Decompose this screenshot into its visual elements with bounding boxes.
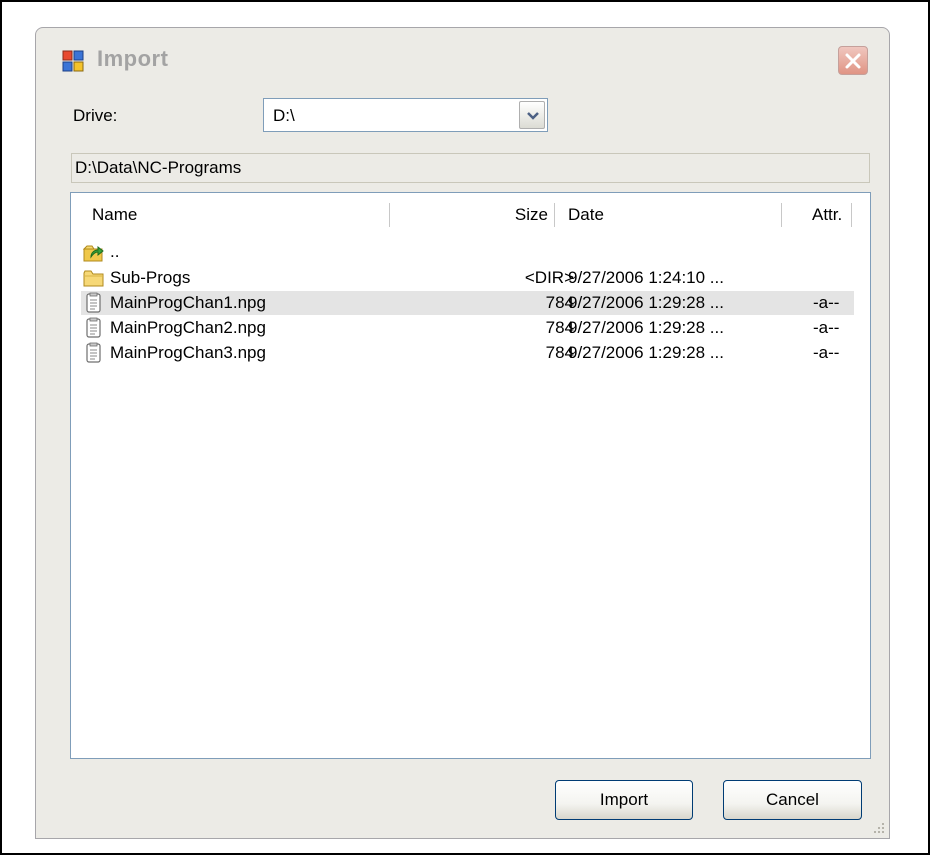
folder-up-icon	[82, 241, 104, 263]
file-attr: -a--	[813, 318, 840, 337]
title-bar[interactable]: Import	[36, 28, 889, 84]
list-item-file[interactable]: MainProgChan2.npg 784 9/27/2006 1:29:28 …	[81, 316, 854, 340]
current-path-text: D:\Data\NC-Programs	[75, 158, 242, 177]
column-header-attr[interactable]: Attr.	[812, 205, 842, 225]
column-header-name[interactable]: Name	[92, 205, 137, 225]
column-separator[interactable]	[781, 203, 782, 227]
folder-icon	[83, 267, 104, 289]
column-separator[interactable]	[389, 203, 390, 227]
file-icon	[83, 342, 103, 364]
column-separator[interactable]	[554, 203, 555, 227]
file-list-header: Name Size Date Attr.	[71, 193, 853, 233]
file-name: MainProgChan3.npg	[110, 343, 266, 362]
chevron-down-icon	[527, 112, 539, 120]
file-icon	[83, 292, 103, 314]
list-item-file[interactable]: MainProgChan3.npg 784 9/27/2006 1:29:28 …	[81, 341, 854, 365]
app-window-icon	[62, 50, 84, 72]
drive-select[interactable]: D:\	[263, 98, 548, 132]
file-date: 9/27/2006 1:29:28 ...	[568, 343, 724, 362]
column-header-size[interactable]: Size	[515, 205, 548, 225]
file-size: <DIR>	[524, 268, 574, 287]
import-dialog: Import Drive: D:\ D:\Data\NC-Programs Na…	[35, 27, 890, 839]
drive-label: Drive:	[73, 106, 118, 125]
file-attr: -a--	[813, 293, 840, 312]
file-name: MainProgChan1.npg	[110, 293, 266, 312]
drive-select-value: D:\	[273, 106, 295, 125]
drive-dropdown-button[interactable]	[519, 101, 545, 129]
current-path-field: D:\Data\NC-Programs	[71, 153, 870, 183]
window-title: Import	[97, 46, 169, 71]
column-separator[interactable]	[851, 203, 852, 227]
file-name: ..	[110, 242, 120, 261]
close-button[interactable]	[838, 46, 868, 75]
file-date: 9/27/2006 1:29:28 ...	[568, 318, 724, 337]
list-item-file[interactable]: MainProgChan1.npg 784 9/27/2006 1:29:28 …	[81, 291, 854, 315]
file-icon	[83, 317, 103, 339]
page-frame: Import Drive: D:\ D:\Data\NC-Programs Na…	[0, 0, 930, 855]
file-date: 9/27/2006 1:29:28 ...	[568, 293, 724, 312]
column-header-date[interactable]: Date	[568, 205, 604, 225]
list-item-folder[interactable]: Sub-Progs <DIR> 9/27/2006 1:24:10 ...	[81, 266, 854, 290]
file-date: 9/27/2006 1:24:10 ...	[568, 268, 724, 287]
file-list[interactable]: Name Size Date Attr. .. Sub-Progs <DIR> …	[70, 192, 871, 759]
import-button[interactable]: Import	[555, 780, 693, 820]
list-item-parent[interactable]: ..	[81, 240, 854, 264]
close-icon	[845, 53, 861, 69]
file-name: MainProgChan2.npg	[110, 318, 266, 337]
file-attr: -a--	[813, 343, 840, 362]
file-name: Sub-Progs	[110, 268, 191, 287]
resize-grip-icon[interactable]	[871, 820, 885, 834]
cancel-button[interactable]: Cancel	[723, 780, 862, 820]
